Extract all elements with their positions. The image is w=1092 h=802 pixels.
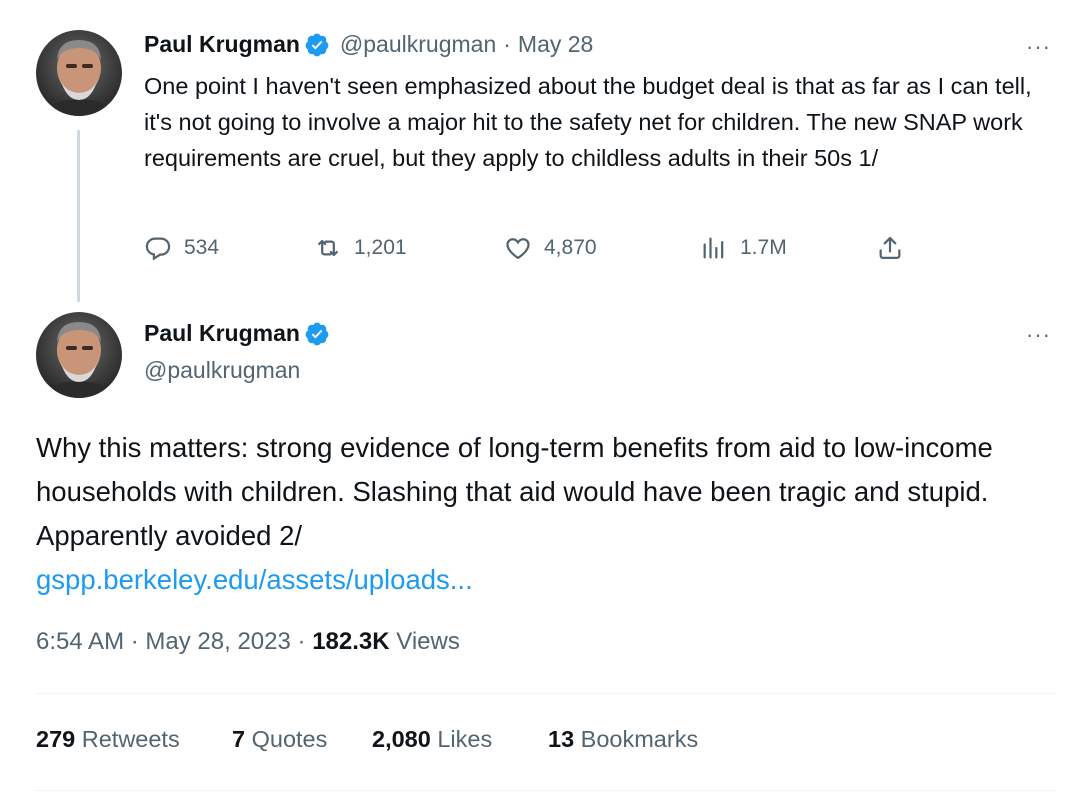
share-button[interactable]: [876, 234, 916, 262]
divider: [36, 790, 1056, 791]
tweet-text: Why this matters: strong evidence of lon…: [36, 432, 993, 551]
retweet-count: 1,201: [354, 236, 407, 259]
bookmarks-stat[interactable]: 13 Bookmarks: [548, 726, 698, 753]
tweet-date[interactable]: May 28: [518, 31, 593, 58]
share-icon: [879, 236, 901, 260]
views-icon: [703, 237, 724, 259]
retweets-stat[interactable]: 279 Retweets: [36, 726, 180, 753]
verified-badge-icon: [305, 33, 329, 56]
author-name[interactable]: Paul Krugman: [144, 320, 300, 347]
author-handle[interactable]: @paulkrugman: [144, 357, 300, 384]
views-count: 1.7M: [740, 236, 787, 259]
quotes-stat[interactable]: 7 Quotes: [232, 726, 327, 753]
likes-count: 2,080: [372, 726, 431, 752]
tweet-date[interactable]: May 28, 2023: [145, 628, 290, 655]
author-handle[interactable]: @paulkrugman: [340, 31, 496, 58]
meta-separator: ·: [503, 31, 511, 57]
meta-separator: ·: [130, 628, 139, 655]
like-icon: [506, 238, 530, 260]
avatar-photo: [36, 30, 122, 116]
reply-count: 534: [184, 236, 220, 259]
retweet-button[interactable]: 1,201: [314, 234, 407, 262]
reply-icon: [145, 237, 171, 261]
author-name[interactable]: Paul Krugman: [144, 31, 300, 58]
avatar-photo: [36, 312, 122, 398]
reply-button[interactable]: 534: [144, 234, 219, 262]
meta-separator: ·: [297, 628, 306, 655]
bookmarks-count: 13: [548, 726, 575, 752]
views-button[interactable]: 1.7M: [700, 234, 787, 262]
bookmarks-label: Bookmarks: [580, 726, 699, 752]
tweet-time[interactable]: 6:54 AM: [36, 628, 124, 655]
tweet-text: One point I haven't seen emphasized abou…: [144, 73, 1032, 171]
like-count: 4,870: [544, 236, 597, 259]
more-options-button[interactable]: ···: [1026, 34, 1051, 60]
like-button[interactable]: 4,870: [504, 234, 597, 262]
tweet2-header: Paul Krugman: [144, 320, 330, 347]
more-options-button[interactable]: ···: [1026, 322, 1051, 348]
tweet-timestamp: 6:54 AM · May 28, 2023 · 182.3K Views: [36, 628, 460, 656]
tweet-link[interactable]: gspp.berkeley.edu/assets/uploads...: [36, 558, 473, 602]
avatar[interactable]: [36, 30, 122, 116]
quotes-count: 7: [232, 726, 246, 752]
divider: [36, 693, 1056, 694]
verified-badge-icon: [305, 322, 329, 345]
views-label: Views: [396, 628, 460, 655]
retweets-count: 279: [36, 726, 76, 752]
tweet1-header: Paul Krugman @paulkrugman · May 28: [144, 31, 593, 58]
likes-label: Likes: [437, 726, 493, 752]
retweets-label: Retweets: [81, 726, 180, 752]
views-count: 182.3K: [312, 628, 390, 655]
quotes-label: Quotes: [251, 726, 328, 752]
retweet-icon: [318, 239, 338, 257]
likes-stat[interactable]: 2,080 Likes: [372, 726, 492, 753]
avatar[interactable]: [36, 312, 122, 398]
tweet-actions: 534 1,201 4,870 1.7M: [144, 234, 914, 272]
thread-line: [77, 130, 80, 302]
